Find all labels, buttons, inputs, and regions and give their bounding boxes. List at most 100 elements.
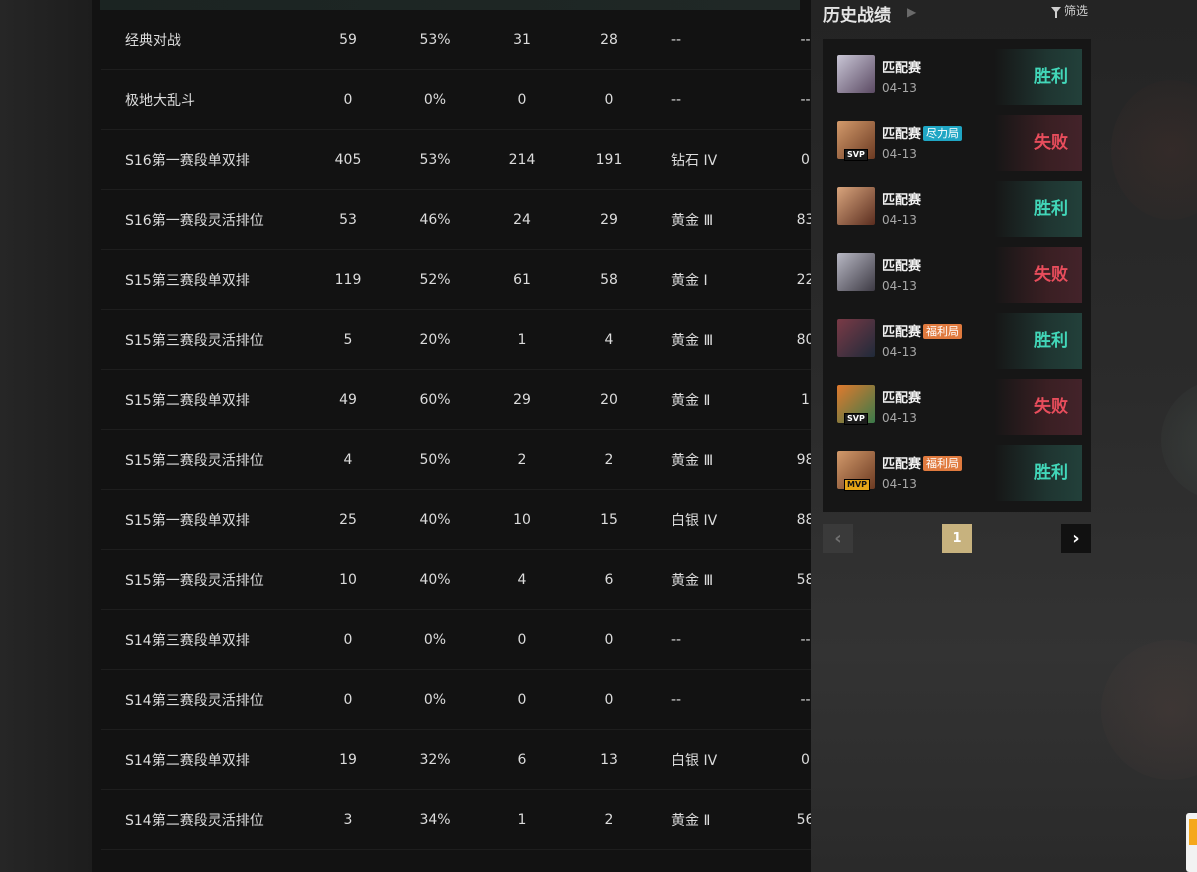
match-type: 匹配赛 尽力局	[882, 123, 963, 142]
cell-total-games: 4	[303, 429, 393, 490]
table-row: 经典对战 59 53% 31 28 -- --	[101, 10, 844, 70]
stats-table: 经典对战 59 53% 31 28 -- -- 极地大乱斗 0 0% 0 0 -- -- S16第一赛段单双…	[101, 10, 844, 850]
match-type: 匹配赛	[882, 255, 921, 274]
match-history-item[interactable]: 匹配赛 福利局 04-13 胜利	[832, 313, 1082, 369]
match-type: 匹配赛	[882, 387, 921, 406]
match-result: 失败	[994, 247, 1082, 303]
cell-total-games: 19	[303, 729, 393, 790]
filter-icon	[1051, 7, 1061, 18]
next-page-button[interactable]: ›	[1061, 524, 1091, 553]
chevron-right-icon: ›	[1072, 528, 1080, 549]
cell-losses: 13	[567, 729, 651, 790]
table-row: S16第一赛段单双排 405 53% 214 191 钻石 IV 0	[101, 129, 844, 190]
table-row: S14第二赛段单双排 19 32% 6 13 白银 IV 0	[101, 729, 844, 790]
match-date: 04-13	[882, 411, 917, 425]
match-date: 04-13	[882, 213, 917, 227]
cell-win-rate: 53%	[393, 129, 477, 190]
cell-mode-name: S14第二赛段灵活排位	[101, 789, 303, 850]
cell-win-rate: 53%	[393, 10, 477, 70]
cell-rank-tier: 黄金 Ⅲ	[651, 549, 767, 610]
match-type-label: 匹配赛	[882, 457, 922, 472]
table-row: S15第二赛段单双排 49 60% 29 20 黄金 Ⅱ1	[101, 369, 844, 430]
cell-win-rate: 40%	[393, 549, 477, 610]
cell-wins: 31	[477, 10, 567, 70]
cell-wins: 0	[477, 609, 567, 670]
history-panel: 历史战绩 ▶ 筛选 匹配赛 04-13 胜利 SVP 匹配赛 尽力局 04-13 失败 匹配赛 0…	[811, 0, 1197, 872]
match-type-label: 匹配赛	[882, 259, 922, 274]
champion-avatar	[837, 187, 875, 225]
match-history-item[interactable]: SVP 匹配赛 04-13 失败	[832, 379, 1082, 435]
table-row: S14第三赛段灵活排位 0 0% 0 0 -- --	[101, 669, 844, 730]
table-row: S15第一赛段单双排 25 40% 10 15 白银 IV 88	[101, 489, 844, 550]
match-type: 匹配赛	[882, 189, 921, 208]
match-history-item[interactable]: 匹配赛 04-13 失败	[832, 247, 1082, 303]
champion-avatar	[837, 253, 875, 291]
match-type-label: 匹配赛	[882, 61, 922, 76]
match-result: 失败	[994, 379, 1082, 435]
floating-side-widget[interactable]	[1186, 813, 1197, 872]
match-tag: 尽力局	[923, 126, 963, 141]
cell-rank-tier: 白银 IV	[651, 489, 767, 550]
cell-rank-tier: 白银 IV	[651, 729, 767, 790]
cell-win-rate: 32%	[393, 729, 477, 790]
cell-total-games: 49	[303, 369, 393, 430]
history-title: 历史战绩	[823, 6, 891, 26]
cell-wins: 1	[477, 309, 567, 370]
cell-wins: 24	[477, 189, 567, 250]
cell-rank-tier: 黄金 Ⅱ	[651, 789, 767, 850]
match-history-item[interactable]: 匹配赛 04-13 胜利	[832, 181, 1082, 237]
cell-win-rate: 0%	[393, 609, 477, 670]
cell-win-rate: 50%	[393, 429, 477, 490]
match-result: 胜利	[994, 49, 1082, 105]
prev-page-button[interactable]: ‹	[823, 524, 853, 553]
svp-badge: SVP	[844, 149, 868, 161]
match-result: 失败	[994, 115, 1082, 171]
cell-mode-name: S14第三赛段单双排	[101, 609, 303, 670]
svp-badge: SVP	[844, 413, 868, 425]
cell-total-games: 59	[303, 10, 393, 70]
match-type-label: 匹配赛	[882, 193, 922, 208]
chevron-right-icon[interactable]: ▶	[907, 5, 916, 19]
match-date: 04-13	[882, 81, 917, 95]
cell-wins: 214	[477, 129, 567, 190]
cell-losses: 28	[567, 10, 651, 70]
cell-mode-name: S15第三赛段灵活排位	[101, 309, 303, 370]
match-history-item[interactable]: 匹配赛 04-13 胜利	[832, 49, 1082, 105]
cell-win-rate: 0%	[393, 69, 477, 130]
cell-win-rate: 60%	[393, 369, 477, 430]
widget-icon	[1189, 819, 1197, 845]
cell-wins: 0	[477, 69, 567, 130]
cell-losses: 20	[567, 369, 651, 430]
cell-wins: 29	[477, 369, 567, 430]
cell-wins: 2	[477, 429, 567, 490]
match-history-item[interactable]: MVP 匹配赛 福利局 04-13 胜利	[832, 445, 1082, 501]
cell-losses: 15	[567, 489, 651, 550]
match-result: 胜利	[994, 313, 1082, 369]
cell-wins: 0	[477, 669, 567, 730]
cell-wins: 1	[477, 789, 567, 850]
cell-total-games: 25	[303, 489, 393, 550]
mvp-badge: MVP	[844, 479, 871, 491]
cell-losses: 58	[567, 249, 651, 310]
cell-rank-tier: --	[651, 609, 767, 670]
cell-total-games: 0	[303, 669, 393, 730]
page-number-current[interactable]: 1	[942, 524, 972, 553]
match-history-list: 匹配赛 04-13 胜利 SVP 匹配赛 尽力局 04-13 失败 匹配赛 04-13 胜利 匹配赛 0…	[823, 39, 1091, 512]
cell-losses: 0	[567, 69, 651, 130]
table-row: S15第三赛段灵活排位 5 20% 1 4 黄金 Ⅲ 80	[101, 309, 844, 370]
background-art	[1111, 80, 1197, 220]
match-history-item[interactable]: SVP 匹配赛 尽力局 04-13 失败	[832, 115, 1082, 171]
cell-total-games: 3	[303, 789, 393, 850]
match-date: 04-13	[882, 279, 917, 293]
cell-total-games: 53	[303, 189, 393, 250]
cell-mode-name: 经典对战	[101, 10, 303, 70]
cell-rank-tier: 钻石 IV	[651, 129, 767, 190]
cell-mode-name: S15第三赛段单双排	[101, 249, 303, 310]
cell-total-games: 5	[303, 309, 393, 370]
match-type: 匹配赛 福利局	[882, 321, 963, 340]
cell-rank-tier: 黄金 Ⅰ	[651, 249, 767, 310]
cell-mode-name: S16第一赛段单双排	[101, 129, 303, 190]
cell-win-rate: 20%	[393, 309, 477, 370]
table-row: S14第二赛段灵活排位 3 34% 1 2 黄金 Ⅱ 56	[101, 789, 844, 850]
filter-button[interactable]: 筛选	[1051, 2, 1088, 19]
